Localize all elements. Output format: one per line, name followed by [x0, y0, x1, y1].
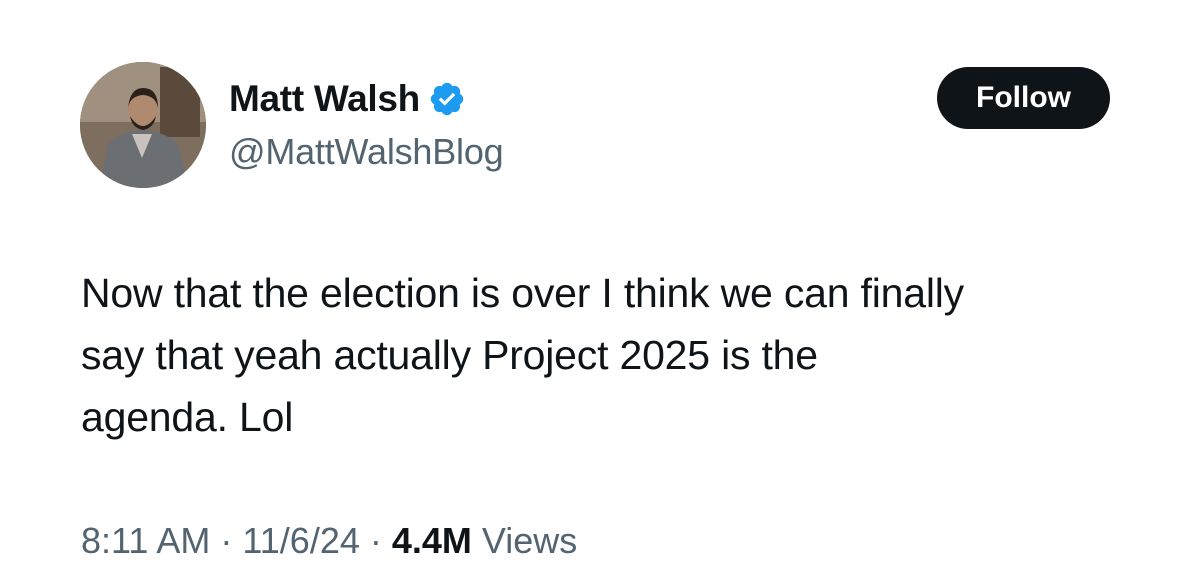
- verified-badge-icon[interactable]: [428, 80, 466, 118]
- avatar-photo-icon: [80, 62, 206, 188]
- author-avatar[interactable]: [80, 62, 206, 188]
- tweet-text-line: Now that the election is over I think we…: [81, 270, 964, 316]
- author-name-row: Matt Walsh: [229, 76, 466, 122]
- tweet-meta: 8:11 AM · 11/6/24 · 4.4M Views: [81, 520, 577, 562]
- author-handle[interactable]: @MattWalshBlog: [229, 131, 504, 173]
- views-count[interactable]: 4.4M: [392, 520, 472, 562]
- tweet-text-line: agenda. Lol: [81, 394, 294, 440]
- tweet-date[interactable]: 11/6/24: [242, 520, 359, 562]
- author-display-name[interactable]: Matt Walsh: [229, 78, 420, 120]
- views-label[interactable]: Views: [482, 520, 577, 562]
- follow-button[interactable]: Follow: [937, 67, 1110, 129]
- meta-separator: ·: [369, 520, 382, 561]
- tweet-time[interactable]: 8:11 AM: [81, 520, 210, 562]
- tweet-card: Matt Walsh @MattWalshBlog Follow Now tha…: [0, 0, 1186, 587]
- tweet-text-line: say that yeah actually Project 2025 is t…: [81, 332, 818, 378]
- tweet-text: Now that the election is over I think we…: [81, 262, 1161, 448]
- meta-separator: ·: [220, 520, 233, 561]
